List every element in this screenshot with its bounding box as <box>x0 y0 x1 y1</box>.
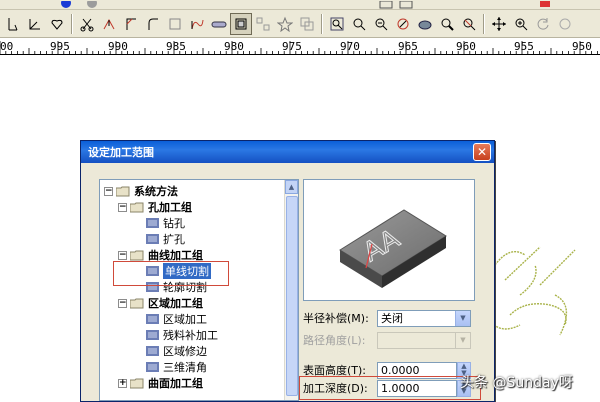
ruler-label: 975 <box>282 40 302 53</box>
canvas-curve-drawing <box>489 246 576 336</box>
tree-scrollbar[interactable]: ▲ <box>284 180 298 400</box>
highlight-depth-field <box>299 376 481 400</box>
frame-tool-icon[interactable] <box>230 12 252 35</box>
curve-edit-icon[interactable] <box>186 13 208 35</box>
tree-item-surface-group[interactable]: + 曲面加工组 <box>118 375 203 391</box>
redraw-icon[interactable] <box>554 13 576 35</box>
tree-item-chamfer-3d[interactable]: 三维清角 <box>146 359 207 375</box>
zoom-extents-icon[interactable] <box>436 13 458 35</box>
tree-item-rest-machining[interactable]: 残料补加工 <box>146 327 218 343</box>
folder-icon <box>130 202 144 212</box>
rotate-view-icon[interactable] <box>532 13 554 35</box>
ruler-label: 955 <box>514 40 534 53</box>
chevron-down-icon: ▼ <box>455 332 470 348</box>
star-tool-icon[interactable] <box>274 13 296 35</box>
highlight-selected-method <box>113 261 229 286</box>
close-icon: ✕ <box>476 145 488 159</box>
slot-shape-icon[interactable] <box>208 13 230 35</box>
method-icon <box>146 362 159 372</box>
ruler-label: 980 <box>224 40 244 53</box>
corner-tool-icon[interactable] <box>120 13 142 35</box>
tree-item-ream[interactable]: 扩孔 <box>146 231 185 247</box>
collapse-icon[interactable]: − <box>104 186 113 196</box>
view-3d-icon[interactable] <box>414 13 436 35</box>
ruler-label: 990 <box>108 40 128 53</box>
folder-icon <box>130 378 144 388</box>
zoom-out-icon[interactable] <box>370 13 392 35</box>
method-icon <box>146 234 159 244</box>
method-preview: AA <box>303 179 475 301</box>
watermark: 头条 @Sunday呀 <box>460 375 573 391</box>
folder-icon <box>130 250 144 260</box>
collapse-icon[interactable]: − <box>118 298 127 308</box>
path-angle-select: ▼ <box>377 331 471 349</box>
folder-icon <box>116 186 130 196</box>
machining-range-dialog: 设定加工范围 ✕ − 系统方法 − 孔加工组 钻孔 扩孔 − 曲线加工组 单线切… <box>80 140 495 402</box>
tree-item-drill[interactable]: 钻孔 <box>146 215 185 231</box>
zoom-realtime-icon[interactable] <box>510 13 532 35</box>
scroll-up-arrow-icon[interactable]: ▲ <box>285 180 298 194</box>
ruler-label: 970 <box>340 40 360 53</box>
fillet-tool-icon[interactable] <box>142 13 164 35</box>
folder-icon <box>130 298 144 308</box>
zoom-previous-icon[interactable] <box>458 13 480 35</box>
pan-icon[interactable] <box>488 13 510 35</box>
collapse-icon[interactable]: − <box>118 250 127 260</box>
tree-item-region-group[interactable]: − 区域加工组 <box>118 295 203 311</box>
scissors-icon[interactable] <box>76 13 98 35</box>
zoom-fit-icon[interactable] <box>392 13 414 35</box>
tree-root[interactable]: − 系统方法 <box>104 183 178 199</box>
method-tree[interactable]: − 系统方法 − 孔加工组 钻孔 扩孔 − 曲线加工组 单线切割 轮廓切割 − … <box>99 179 299 401</box>
close-button[interactable]: ✕ <box>473 143 491 161</box>
square-tool-icon[interactable] <box>164 13 186 35</box>
tree-item-region-trim[interactable]: 区域修边 <box>146 343 207 359</box>
heart-shape-tool-icon[interactable] <box>46 13 68 35</box>
chevron-down-icon[interactable]: ▼ <box>455 310 470 326</box>
dialog-titlebar: 设定加工范围 <box>81 141 494 163</box>
engraved-block-preview: AA <box>339 209 447 288</box>
ruler-label: 00 <box>0 40 14 53</box>
vertical-line-tool-icon[interactable] <box>2 13 24 35</box>
path-angle-row: 路径角度(L): ▼ <box>303 331 471 349</box>
method-icon <box>146 346 159 356</box>
angle-line-tool-icon[interactable] <box>24 13 46 35</box>
ruler-label: 965 <box>398 40 418 53</box>
ruler-label: 995 <box>50 40 70 53</box>
tree-item-region-machining[interactable]: 区域加工 <box>146 311 207 327</box>
path-angle-label: 路径角度(L): <box>303 334 366 347</box>
scroll-thumb[interactable] <box>286 196 298 396</box>
upper-toolbar-strip <box>0 0 600 10</box>
method-icon <box>146 330 159 340</box>
collapse-icon[interactable]: − <box>118 202 127 212</box>
radius-comp-select[interactable]: 关闭 ▼ <box>377 309 471 327</box>
tree-item-hole-group[interactable]: − 孔加工组 <box>118 199 192 215</box>
extend-line-icon[interactable] <box>98 13 120 35</box>
zoom-in-icon[interactable] <box>348 13 370 35</box>
expand-icon[interactable]: + <box>118 378 127 388</box>
ruler-label: 985 <box>166 40 186 53</box>
radius-comp-label: 半径补偿(M): <box>303 312 369 325</box>
ruler-label: 960 <box>456 40 476 53</box>
dialog-title: 设定加工范围 <box>88 146 154 159</box>
copy-tool-icon[interactable] <box>296 13 318 35</box>
zoom-window-icon[interactable] <box>326 13 348 35</box>
method-icon <box>146 314 159 324</box>
drawing-toolbar <box>0 10 600 38</box>
horizontal-ruler: 00 995 990 985 980 975 970 965 960 955 950 <box>0 39 600 55</box>
array-tool-icon[interactable] <box>252 13 274 35</box>
radius-comp-row: 半径补偿(M): 关闭 ▼ <box>303 309 471 327</box>
ruler-label: 950 <box>572 40 592 53</box>
method-icon <box>146 218 159 228</box>
